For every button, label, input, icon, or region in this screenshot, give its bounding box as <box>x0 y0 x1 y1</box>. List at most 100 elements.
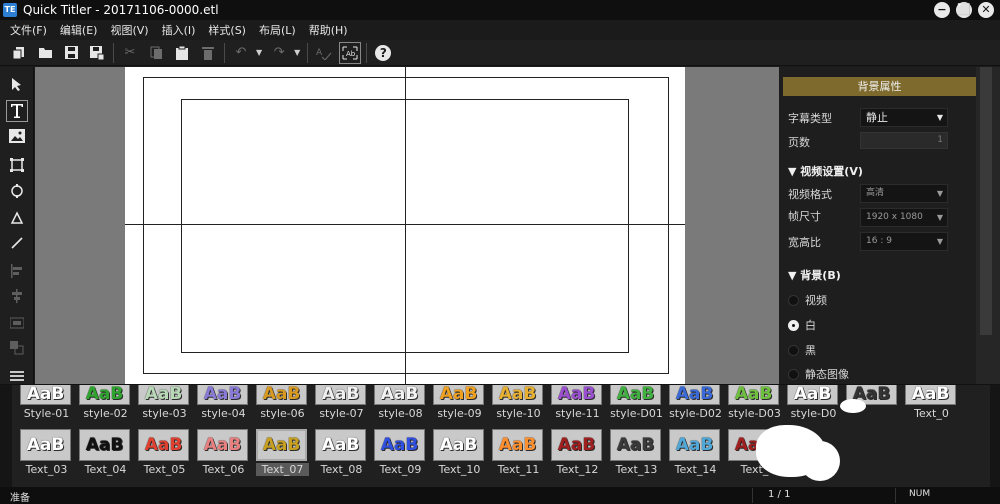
style-preview: AaB <box>905 385 956 405</box>
video-format-dropdown: 高清 ▼ <box>860 184 948 203</box>
background-section[interactable]: ▼ 背景(B) <box>788 267 841 283</box>
rectangle-tool-icon[interactable] <box>6 154 28 176</box>
menu-help[interactable]: 帮助(H) <box>309 22 348 38</box>
style-preset-tile[interactable]: AaB Text_03 <box>20 429 73 476</box>
canvas-area[interactable] <box>35 67 779 384</box>
window-controls: − ⬜ ✕ <box>934 2 994 18</box>
align-center-icon[interactable] <box>6 285 28 307</box>
undo-icon[interactable]: ↶ <box>230 42 252 64</box>
triangle-tool-icon[interactable] <box>6 207 28 229</box>
caption-type-value: 静止 <box>866 111 888 124</box>
style-preset-tile[interactable]: AaB Text_14 <box>669 429 722 476</box>
style-label: style-D02 <box>669 407 722 420</box>
bg-option-video[interactable]: 视频 <box>788 292 827 308</box>
panel-title: 背景属性 <box>783 77 976 96</box>
menu-style[interactable]: 样式(S) <box>208 22 246 38</box>
style-preset-tile[interactable]: AaB Text_05 <box>138 429 191 476</box>
style-preset-tile[interactable]: AaB style-10 <box>492 385 545 420</box>
video-format-value: 高清 <box>866 188 885 198</box>
close-button[interactable]: ✕ <box>978 2 994 18</box>
section-collapse-icon: ▼ <box>788 165 801 178</box>
aspect-ratio-value: 16 : 9 <box>866 236 892 246</box>
save-icon[interactable] <box>60 42 82 64</box>
properties-scrollbar[interactable] <box>976 67 1000 384</box>
style-preset-tile[interactable]: AaB style-06 <box>256 385 309 420</box>
radio-button-selected[interactable] <box>788 319 799 331</box>
style-preset-tile[interactable]: AaB style-D0 <box>787 385 840 420</box>
aspect-ratio-label: 宽高比 <box>788 236 821 249</box>
radio-button[interactable] <box>788 344 799 356</box>
style-preset-tile[interactable]: AaB Text_13 <box>610 429 663 476</box>
style-preset-tile[interactable]: AaB style-02 <box>79 385 132 420</box>
style-preset-tile[interactable]: AaB style-D02 <box>669 385 722 420</box>
minimize-button[interactable]: − <box>934 2 950 18</box>
menu-layout[interactable]: 布局(L) <box>259 22 296 38</box>
style-preset-tile[interactable]: AaB Text_0 <box>905 385 958 420</box>
open-icon[interactable] <box>34 42 56 64</box>
radio-button[interactable] <box>788 294 799 306</box>
style-preset-tile[interactable]: AaB style-07 <box>315 385 368 420</box>
style-preset-tile[interactable]: AaB Text_12 <box>551 429 604 476</box>
bg-option-black[interactable]: 黑 <box>788 342 816 358</box>
bg-option-white[interactable]: 白 <box>788 317 816 333</box>
style-preset-tile[interactable]: AaB Text_06 <box>197 429 250 476</box>
title-canvas[interactable] <box>125 67 685 384</box>
app-logo-icon: TE <box>3 3 17 17</box>
bg-option-still-image[interactable]: 静态图像 <box>788 366 849 382</box>
align-left-icon[interactable] <box>6 260 28 282</box>
style-preset-tile[interactable]: AaB style-04 <box>197 385 250 420</box>
style-preset-tile[interactable]: AaB Text_10 <box>433 429 486 476</box>
menu-insert[interactable]: 插入(I) <box>162 22 196 38</box>
style-preset-tile[interactable]: AaB style-11 <box>551 385 604 420</box>
pages-label: 页数 <box>788 136 810 149</box>
cut-icon[interactable]: ✂ <box>119 42 141 64</box>
redo-dropdown-icon[interactable]: ▼ <box>294 48 300 57</box>
style-label: Text_07 <box>256 463 309 476</box>
spellcheck-icon[interactable]: A <box>313 42 335 64</box>
menu-file[interactable]: 文件(F) <box>10 22 47 38</box>
menu-edit[interactable]: 编辑(E) <box>60 22 98 38</box>
maximize-button[interactable]: ⬜ <box>956 2 972 18</box>
style-label: style-06 <box>260 407 305 420</box>
ellipse-tool-icon[interactable] <box>6 180 28 202</box>
safe-area-icon[interactable]: Ab <box>339 41 362 64</box>
style-preset-tile[interactable]: AaB Style-01 <box>20 385 73 420</box>
style-preset-tile[interactable]: AaB style-09 <box>433 385 486 420</box>
paste-icon[interactable] <box>171 42 193 64</box>
select-arrow-icon[interactable] <box>6 73 28 95</box>
copy-icon[interactable] <box>145 42 167 64</box>
style-preset-tile[interactable]: AaB style-03 <box>138 385 191 420</box>
distribute-icon[interactable] <box>6 312 28 334</box>
status-bar: 准备 1 / 1 NUM <box>0 487 1000 504</box>
style-preview: AaB <box>256 429 307 461</box>
scrollbar-thumb[interactable] <box>980 67 992 335</box>
new-icon[interactable] <box>8 42 30 64</box>
style-preset-tile[interactable]: AaB style-D03 <box>728 385 781 420</box>
gallery-scrollbar[interactable] <box>990 385 1000 487</box>
redo-icon[interactable]: ↷ <box>268 42 290 64</box>
video-settings-section[interactable]: ▼ 视频设置(V) <box>788 163 863 179</box>
text-tool-icon[interactable] <box>6 100 28 122</box>
save-as-icon[interactable] <box>86 42 108 64</box>
delete-icon[interactable] <box>197 42 219 64</box>
undo-dropdown-icon[interactable]: ▼ <box>256 48 262 57</box>
style-preview: AaB <box>374 429 425 461</box>
style-preview: AaB <box>315 385 366 405</box>
style-preset-tile[interactable]: AaB Text_09 <box>374 429 427 476</box>
style-preset-tile[interactable]: AaB Text_04 <box>79 429 132 476</box>
gallery-scroll-left[interactable] <box>0 385 12 487</box>
radio-button[interactable] <box>788 368 799 380</box>
style-label: Text_08 <box>320 463 363 476</box>
style-preset-tile[interactable]: AaB style-D01 <box>610 385 663 420</box>
menu-view[interactable]: 视图(V) <box>110 22 148 38</box>
image-tool-icon[interactable] <box>6 125 28 147</box>
style-label: Text_0 <box>914 407 949 420</box>
help-icon[interactable]: ? <box>372 42 394 64</box>
style-preset-tile[interactable]: AaB Text_07 <box>256 429 309 476</box>
line-tool-icon[interactable] <box>6 232 28 254</box>
layer-icon[interactable] <box>6 337 28 359</box>
caption-type-dropdown[interactable]: 静止 ▼ <box>860 108 948 127</box>
style-preset-tile[interactable]: AaB style-08 <box>374 385 427 420</box>
style-preset-tile[interactable]: AaB Text_11 <box>492 429 545 476</box>
style-preset-tile[interactable]: AaB Text_08 <box>315 429 368 476</box>
